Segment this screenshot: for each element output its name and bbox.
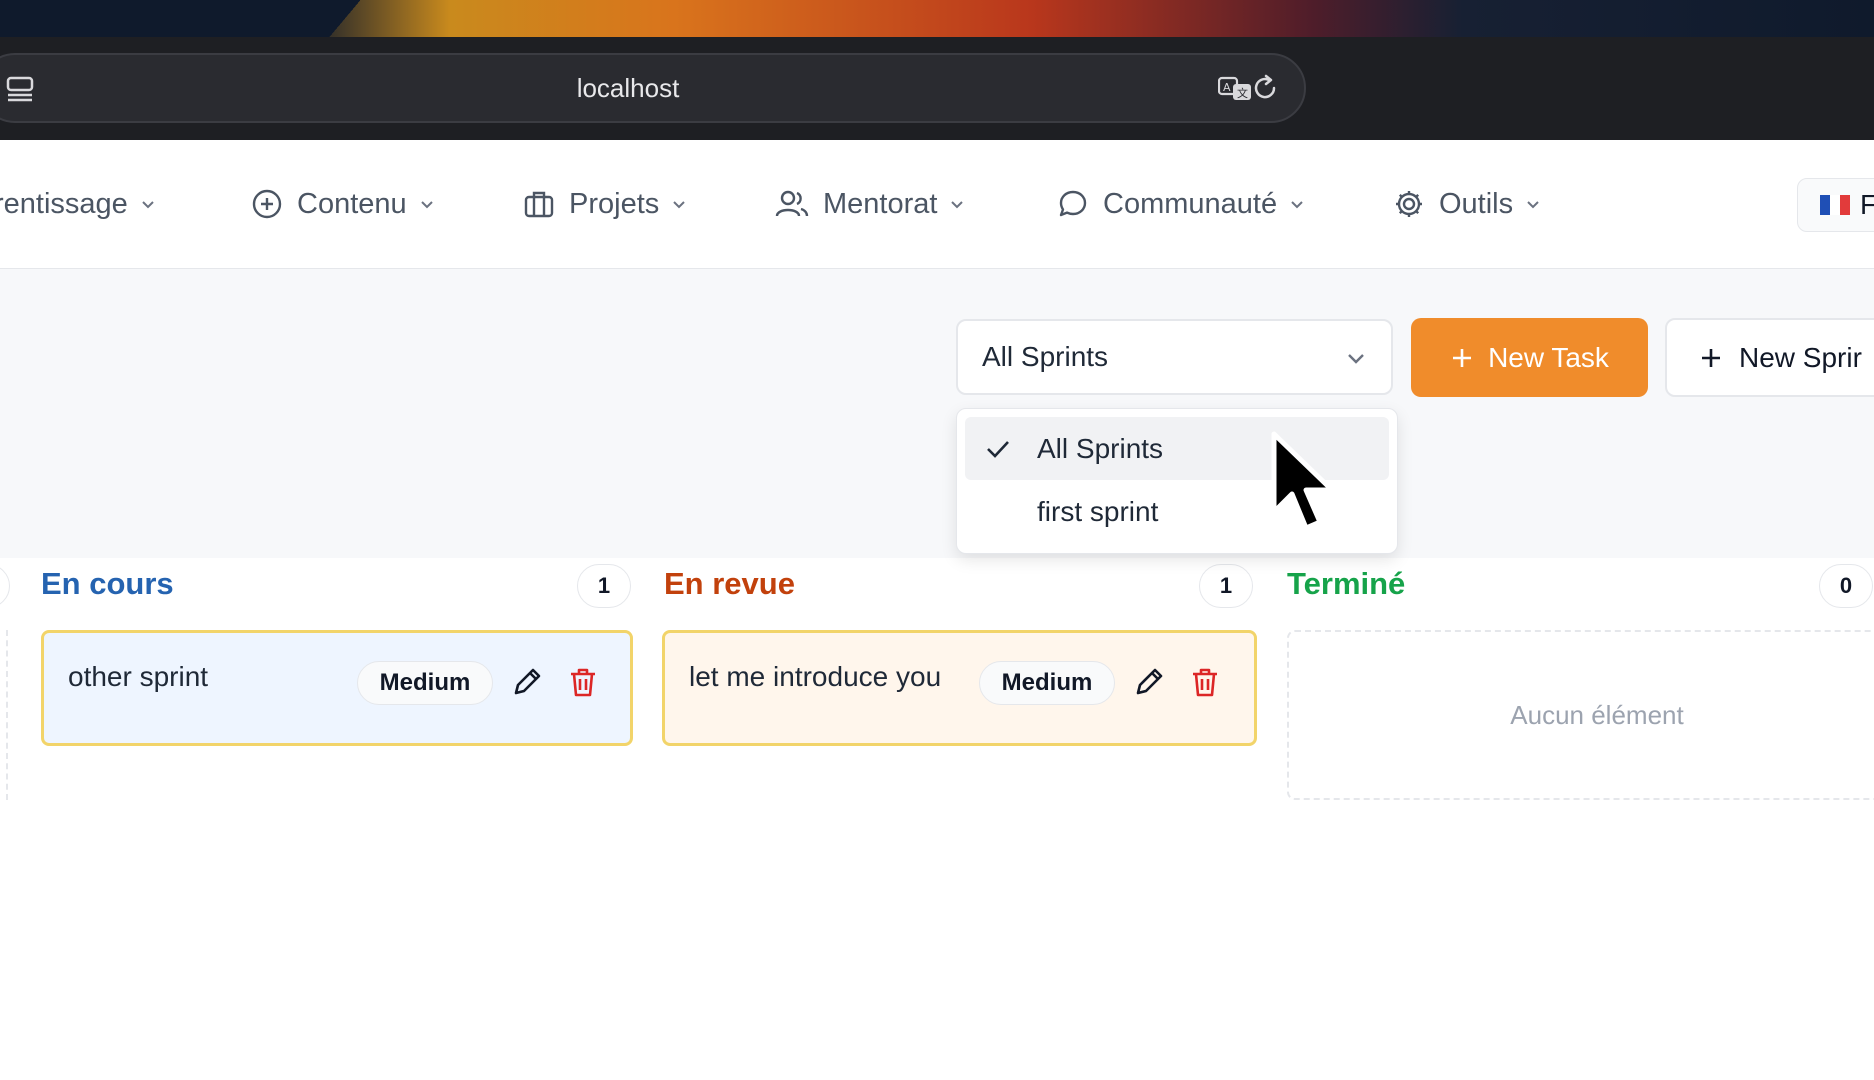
nav-projets[interactable]: Projets bbox=[523, 140, 687, 268]
task-title: other sprint bbox=[68, 661, 209, 692]
language-label: F bbox=[1860, 189, 1874, 220]
board-toolbar: All Sprints New Task New Sprir bbox=[0, 269, 1874, 559]
column-title-termine: Terminé bbox=[1287, 566, 1406, 601]
new-task-label: New Task bbox=[1488, 341, 1609, 373]
new-sprint-label: New Sprir bbox=[1739, 341, 1862, 373]
nav-outils[interactable]: Outils bbox=[1393, 140, 1541, 268]
new-sprint-button[interactable]: New Sprir bbox=[1665, 318, 1874, 397]
task-card[interactable]: let me introduce you Medium bbox=[662, 630, 1257, 746]
translate-icon[interactable]: A 文 bbox=[1218, 75, 1254, 103]
pencil-icon[interactable] bbox=[510, 665, 544, 699]
column-title-en-cours: En cours bbox=[41, 566, 174, 601]
column-title-en-revue: En revue bbox=[664, 566, 795, 601]
nav-label: rentissage bbox=[0, 187, 128, 220]
nav-label: Projets bbox=[569, 187, 660, 220]
sprint-select[interactable]: All Sprints bbox=[956, 319, 1393, 395]
task-card[interactable]: other sprint Medium bbox=[41, 630, 633, 746]
option-label: first sprint bbox=[1037, 496, 1159, 527]
check-icon bbox=[987, 441, 1009, 458]
column-count-badge: 0 bbox=[1819, 564, 1873, 608]
plus-icon bbox=[1702, 348, 1720, 367]
desktop-wallpaper bbox=[0, 0, 1874, 38]
task-title: let me introduce you bbox=[689, 661, 942, 692]
chevron-down-icon bbox=[1291, 201, 1303, 209]
svg-text:A: A bbox=[1223, 81, 1231, 94]
plus-circle-icon bbox=[252, 189, 282, 219]
reload-icon[interactable] bbox=[1250, 73, 1280, 103]
mouse-cursor-icon bbox=[1271, 431, 1335, 531]
pencil-icon[interactable] bbox=[1132, 665, 1166, 699]
nav-mentorat[interactable]: Mentorat bbox=[775, 140, 965, 268]
address-bar[interactable]: localhost A 文 bbox=[0, 53, 1306, 123]
nav-contenu[interactable]: Contenu bbox=[251, 140, 435, 268]
chevron-down-icon bbox=[1527, 201, 1539, 209]
column-count-badge bbox=[0, 564, 10, 608]
chevron-down-icon bbox=[420, 201, 433, 209]
column-count-badge: 1 bbox=[1199, 564, 1253, 608]
priority-badge: Medium bbox=[357, 661, 493, 705]
chevron-down-icon bbox=[951, 201, 964, 209]
nav-label: Communauté bbox=[1103, 187, 1278, 220]
plus-icon bbox=[1453, 348, 1472, 367]
language-switcher[interactable]: F bbox=[1797, 178, 1874, 232]
svg-text:文: 文 bbox=[1237, 86, 1248, 100]
chat-bubble-icon bbox=[1059, 190, 1087, 217]
main-nav: rentissage Contenu Projets Mentorat Comm… bbox=[0, 140, 1874, 269]
kanban-board: En cours 1 other sprint Medium En revue … bbox=[0, 558, 1874, 1080]
trash-icon[interactable] bbox=[1188, 665, 1222, 699]
url-text[interactable]: localhost bbox=[0, 55, 1304, 121]
nav-communaute[interactable]: Communauté bbox=[1057, 140, 1305, 268]
gear-icon bbox=[1396, 191, 1422, 217]
trash-icon[interactable] bbox=[566, 665, 600, 699]
option-label: All Sprints bbox=[1037, 433, 1164, 464]
briefcase-icon bbox=[524, 191, 554, 218]
chevron-down-icon bbox=[673, 201, 685, 209]
nav-label: Mentorat bbox=[823, 187, 938, 220]
column-count-badge: 1 bbox=[577, 564, 631, 608]
nav-label: Outils bbox=[1439, 187, 1514, 220]
priority-badge: Medium bbox=[979, 661, 1115, 705]
empty-column-dropzone: Aucun élément bbox=[1287, 630, 1874, 800]
chevron-down-icon bbox=[1348, 354, 1364, 364]
users-icon bbox=[775, 190, 809, 217]
sprint-select-value: All Sprints bbox=[982, 341, 1109, 372]
nav-label: Contenu bbox=[297, 187, 407, 220]
new-task-button[interactable]: New Task bbox=[1411, 318, 1648, 397]
column-dropzone bbox=[0, 630, 8, 800]
chevron-down-icon bbox=[142, 201, 154, 209]
france-flag-icon bbox=[1820, 195, 1850, 215]
browser-toolbar: localhost A 文 bbox=[0, 37, 1874, 140]
nav-apprentissage[interactable]: rentissage bbox=[0, 140, 156, 268]
